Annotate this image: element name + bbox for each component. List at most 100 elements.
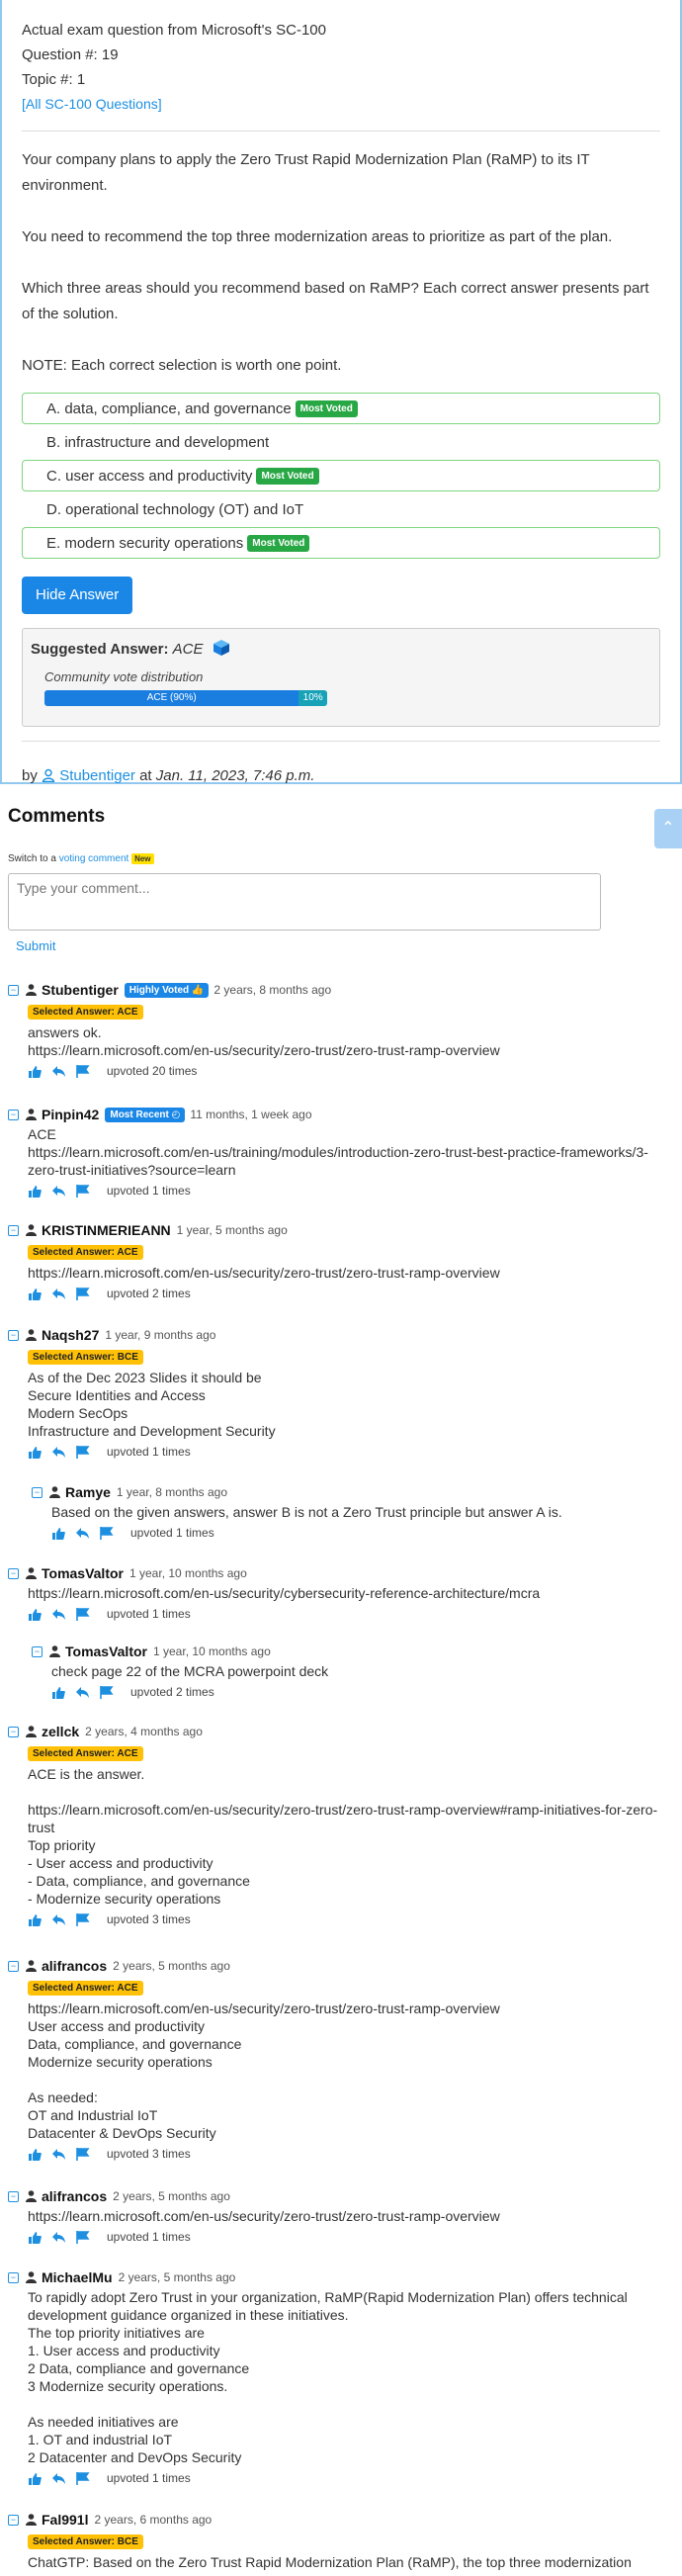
collapse-toggle[interactable]: − xyxy=(8,2514,19,2526)
comment-input[interactable]: Type your comment... xyxy=(8,873,601,931)
reply-icon[interactable] xyxy=(51,2472,66,2485)
collapse-toggle[interactable]: − xyxy=(8,1726,19,1737)
comment-time: 1 year, 10 months ago xyxy=(153,1644,271,1658)
flag-icon[interactable] xyxy=(100,1685,115,1699)
comment-user[interactable]: Ramye xyxy=(65,1484,111,1500)
collapse-toggle[interactable]: − xyxy=(32,1645,43,1657)
reply-icon[interactable] xyxy=(51,2148,66,2161)
comment-badge-text: Highly Voted xyxy=(128,984,190,996)
comment-time: 1 year, 5 months ago xyxy=(176,1223,288,1237)
voting-comment-link[interactable]: voting comment xyxy=(59,853,129,864)
comment-user[interactable]: alifrancos xyxy=(42,2188,107,2204)
reply-icon[interactable] xyxy=(51,1185,66,1198)
question-body: Your company plans to apply the Zero Tru… xyxy=(22,147,660,379)
collapse-toggle[interactable]: − xyxy=(8,1960,19,1972)
comment-body: https://learn.microsoft.com/en-us/securi… xyxy=(8,2207,660,2247)
hide-answer-button[interactable]: Hide Answer xyxy=(22,577,133,614)
flag-icon[interactable] xyxy=(76,1184,91,1198)
collapse-toggle[interactable]: − xyxy=(8,2271,19,2283)
flag-icon[interactable] xyxy=(76,2471,91,2485)
reply-icon[interactable] xyxy=(51,1913,66,1926)
flag-icon[interactable] xyxy=(76,2230,91,2244)
comment-user[interactable]: zellck xyxy=(42,1724,79,1739)
thumbs-up-icon[interactable] xyxy=(28,1608,42,1621)
flag-icon[interactable] xyxy=(76,1287,91,1300)
comment-text: As of the Dec 2023 Slides it should be S… xyxy=(28,1370,276,1439)
comment-user[interactable]: Fal991l xyxy=(42,2512,88,2528)
thumbs-up-icon[interactable] xyxy=(28,1065,42,1078)
reply-icon[interactable] xyxy=(51,2231,66,2244)
comment-body: To rapidly adopt Zero Trust in your orga… xyxy=(8,2288,660,2488)
comment-user[interactable]: KRISTINMERIEANN xyxy=(42,1222,171,1238)
divider xyxy=(22,131,660,132)
collapse-toggle[interactable]: − xyxy=(8,1329,19,1341)
collapse-toggle[interactable]: − xyxy=(8,1567,19,1579)
answer-choice[interactable]: A. data, compliance, and governance Most … xyxy=(22,393,660,424)
comment-header: − KRISTINMERIEANN 1 year, 5 months ago xyxy=(8,1221,660,1239)
collapse-toggle[interactable]: − xyxy=(8,984,19,996)
thumbs-up-icon[interactable] xyxy=(28,1288,42,1300)
comment-user[interactable]: Pinpin42 xyxy=(42,1107,99,1122)
answer-choice[interactable]: B. infrastructure and development xyxy=(22,426,660,458)
collapse-toggle[interactable]: − xyxy=(32,1486,43,1498)
flag-icon[interactable] xyxy=(76,1912,91,1926)
all-questions-link[interactable]: [All SC-100 Questions] xyxy=(22,96,162,112)
answer-choice[interactable]: C. user access and productivity Most Vote… xyxy=(22,460,660,491)
comment-user[interactable]: TomasValtor xyxy=(42,1565,124,1581)
scroll-top-button[interactable]: ⌃ xyxy=(654,809,682,848)
reply-icon[interactable] xyxy=(51,1065,66,1078)
thumbs-up-icon[interactable] xyxy=(28,2231,42,2244)
comment-user[interactable]: Naqsh27 xyxy=(42,1327,99,1343)
thumbs-up-icon[interactable] xyxy=(28,1913,42,1926)
comment-header: − TomasValtor 1 year, 10 months ago xyxy=(8,1564,660,1582)
reply-icon[interactable] xyxy=(51,1446,66,1459)
comment-text: answers ok. https://learn.microsoft.com/… xyxy=(28,1024,500,1058)
divider xyxy=(22,741,660,742)
comment-actions: upvoted 3 times xyxy=(28,2144,660,2164)
flag-icon[interactable] xyxy=(76,1607,91,1621)
comment: − TomasValtor 1 year, 10 months ago check p… xyxy=(32,1643,660,1702)
comment-badge-text: Most Recent xyxy=(110,1109,169,1120)
comment-body: Selected Answer: BCE As of the Dec 2023 S… xyxy=(8,1344,660,1462)
comment-user[interactable]: MichaelMu xyxy=(42,2269,113,2285)
comment-header: − Fal991l 2 years, 6 months ago xyxy=(8,2511,660,2529)
thumbs-up-icon[interactable] xyxy=(28,1185,42,1198)
reply-icon[interactable] xyxy=(51,1608,66,1621)
reply-icon[interactable] xyxy=(75,1686,90,1699)
comment-time: 2 years, 5 months ago xyxy=(118,2270,236,2284)
answer-choice[interactable]: E. modern security operations Most Voted xyxy=(22,527,660,559)
comment-text: To rapidly adopt Zero Trust in your orga… xyxy=(28,2289,628,2465)
comment-time: 2 years, 5 months ago xyxy=(113,1959,230,1973)
reply-icon[interactable] xyxy=(51,1288,66,1300)
user-icon xyxy=(26,1109,37,1120)
selected-answer-badge: Selected Answer: BCE xyxy=(28,2534,143,2549)
flag-icon[interactable] xyxy=(76,1445,91,1459)
comment-body: check page 22 of the MCRA powerpoint dec… xyxy=(32,1662,660,1702)
upvote-count: upvoted 2 times xyxy=(130,1685,214,1699)
upvote-count: upvoted 3 times xyxy=(107,2147,191,2161)
answer-choice[interactable]: D. operational technology (OT) and IoT xyxy=(22,493,660,525)
flag-icon[interactable] xyxy=(76,2147,91,2161)
thumbs-up-icon[interactable] xyxy=(51,1686,65,1699)
comment-user[interactable]: Stubentiger xyxy=(42,982,119,998)
collapse-toggle[interactable]: − xyxy=(8,1109,19,1120)
flag-icon[interactable] xyxy=(100,1526,115,1540)
collapse-toggle[interactable]: − xyxy=(8,2190,19,2202)
user-icon xyxy=(26,1224,37,1236)
comment-text: https://learn.microsoft.com/en-us/securi… xyxy=(28,2000,500,2141)
submit-button[interactable]: Submit xyxy=(16,938,55,953)
byline-user-link[interactable]: Stubentiger xyxy=(59,767,135,784)
comment-user[interactable]: TomasValtor xyxy=(65,1643,147,1659)
comment-user[interactable]: alifrancos xyxy=(42,1958,107,1974)
thumbs-up-icon[interactable] xyxy=(28,2148,42,2161)
comment-body: Selected Answer: BCE ChatGTP: Based on th… xyxy=(8,2529,660,2571)
flag-icon[interactable] xyxy=(76,1064,91,1078)
comment-text: Based on the given answers, answer B is … xyxy=(51,1504,562,1520)
collapse-toggle[interactable]: − xyxy=(8,1224,19,1236)
thumbs-up-icon[interactable] xyxy=(51,1527,65,1540)
comment-actions: upvoted 1 times xyxy=(28,1442,660,1462)
thumbs-up-icon[interactable] xyxy=(28,1446,42,1459)
selected-answer-badge: Selected Answer: ACE xyxy=(28,1746,143,1761)
thumbs-up-icon[interactable] xyxy=(28,2472,42,2485)
reply-icon[interactable] xyxy=(75,1527,90,1540)
